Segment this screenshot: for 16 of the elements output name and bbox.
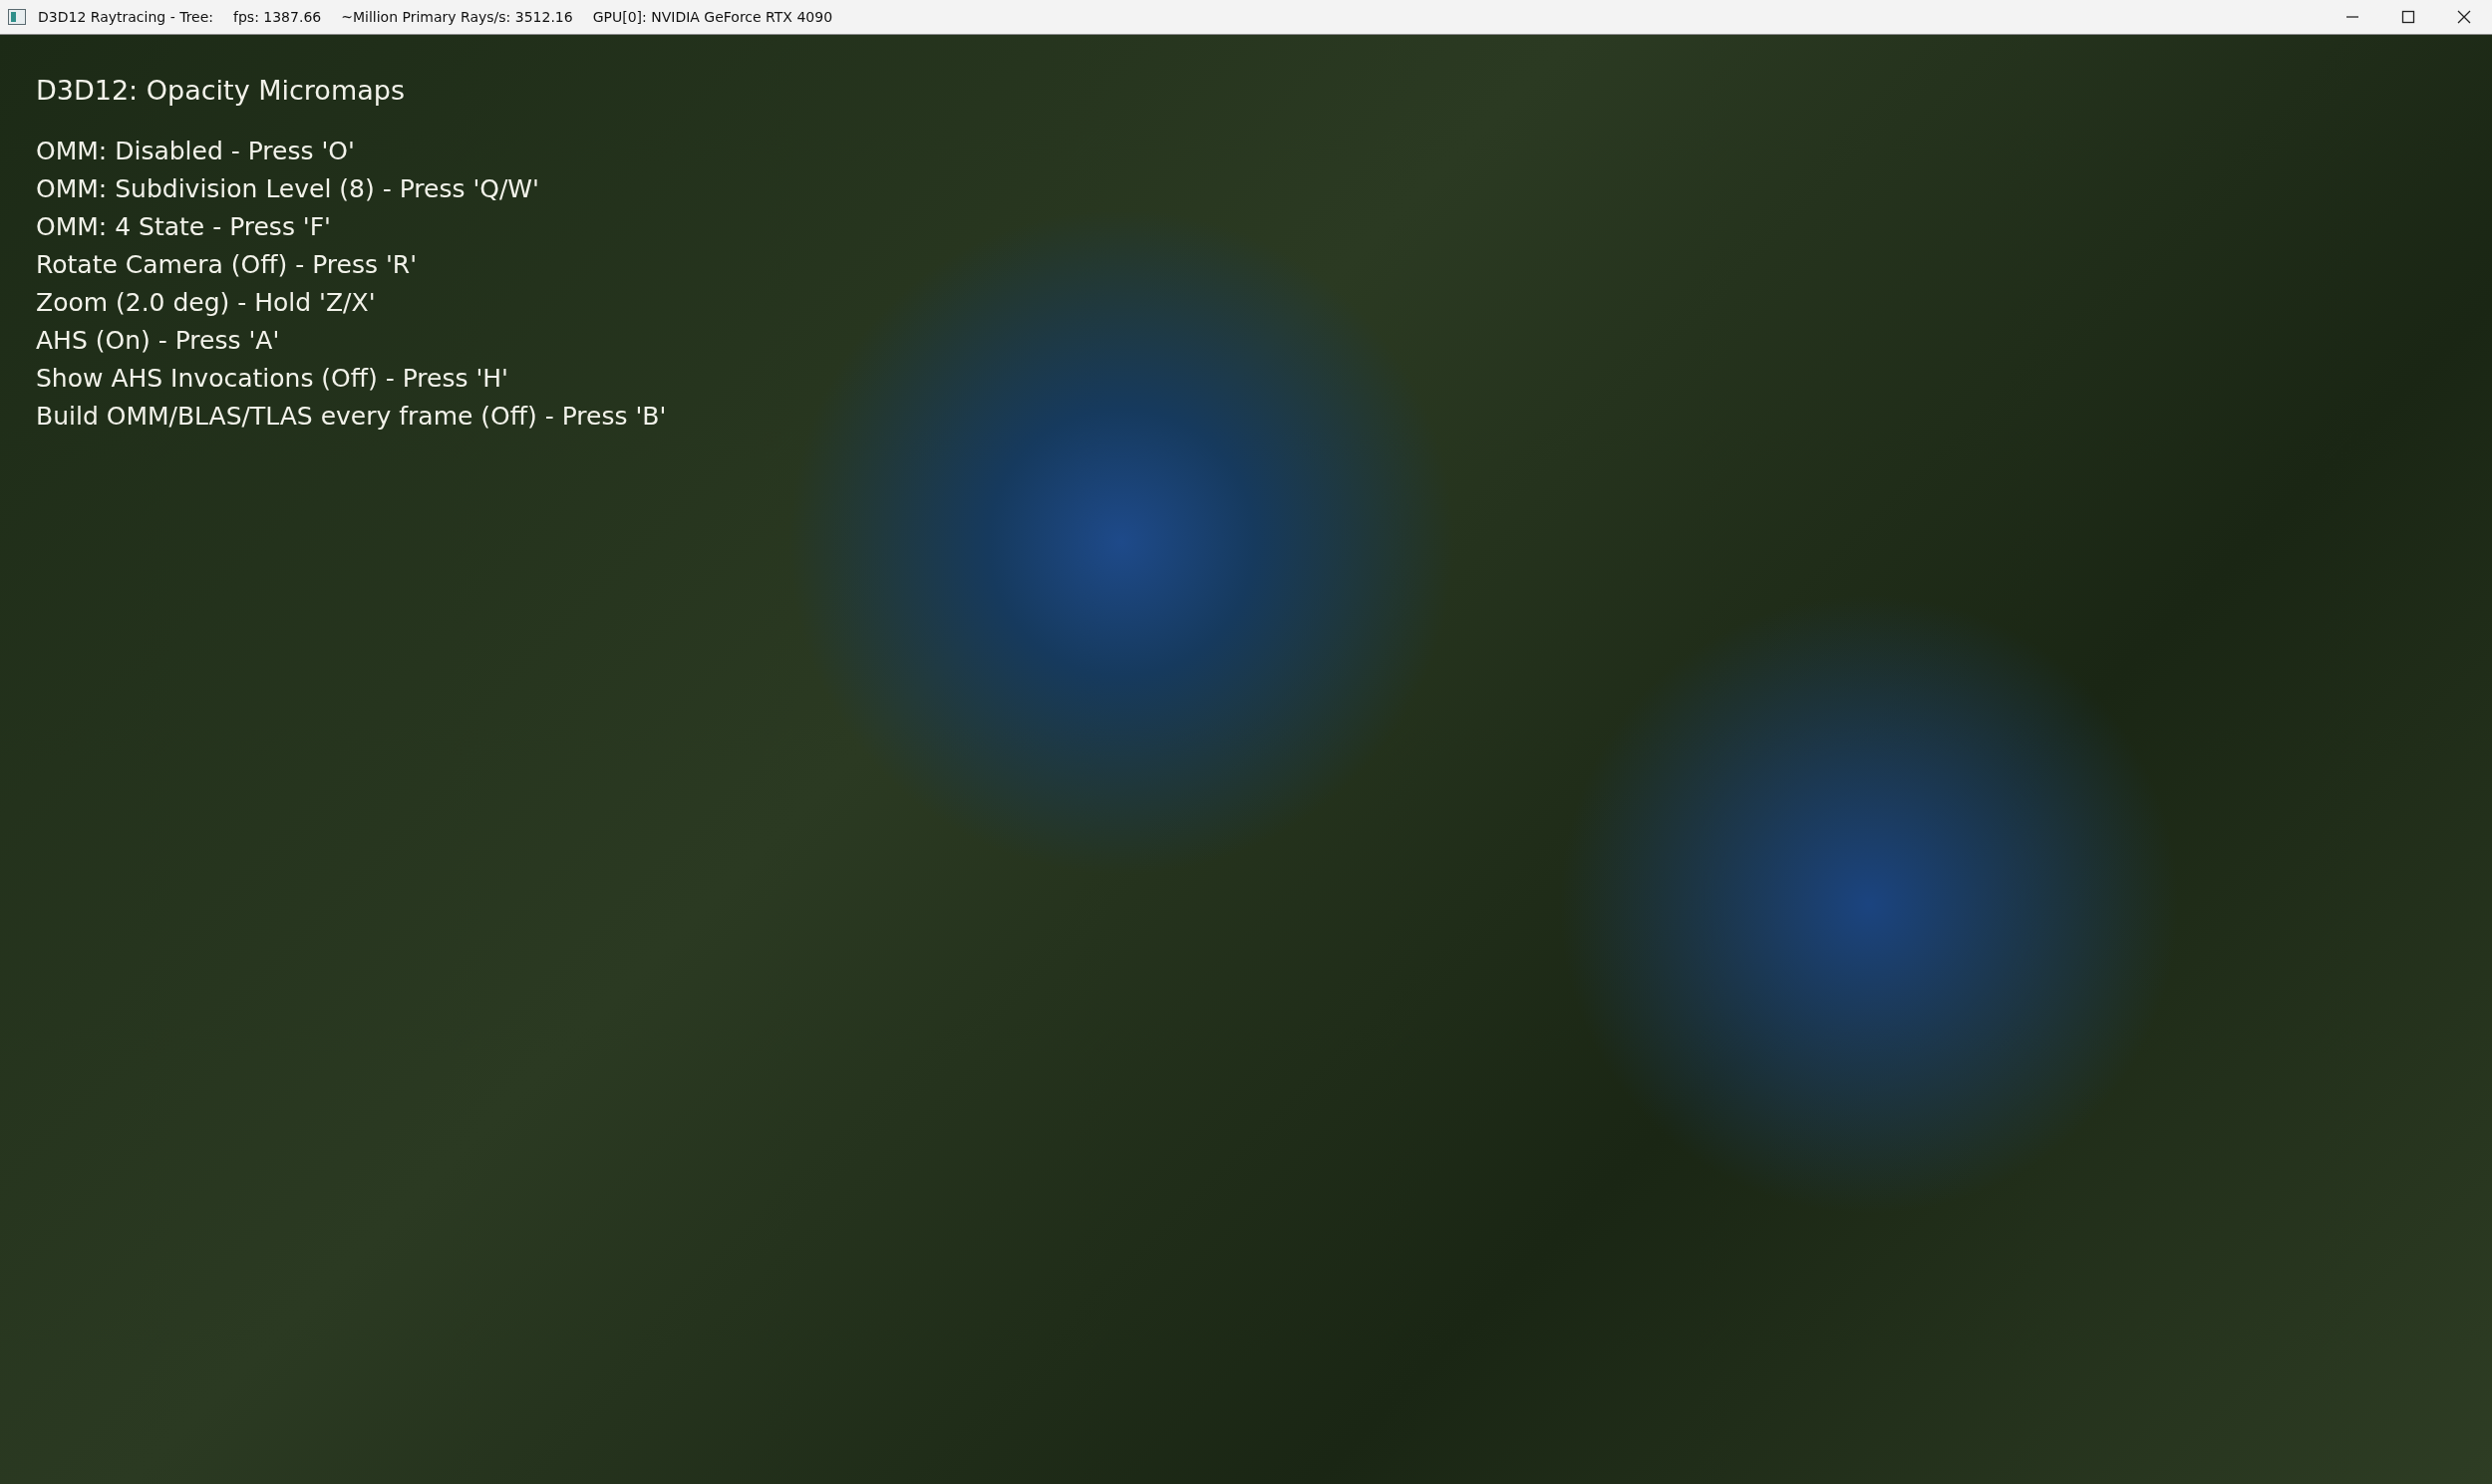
overlay-text: Zoom (2.0 deg) - Hold 'Z/X' [36, 287, 376, 319]
maximize-icon [2401, 10, 2415, 24]
overlay-text: OMM: Disabled - Press 'O' [36, 136, 355, 167]
window-title: GPU[0]: NVIDIA GeForce RTX 4090 [592, 9, 833, 25]
app-icon [8, 9, 26, 25]
overlay-text: AHS (On) - Press 'A' [36, 325, 280, 357]
overlay-text: OMM: 4 State - Press 'F' [36, 211, 331, 243]
overlay-text: Build OMM/BLAS/TLAS every frame (Off) - Press 'B' [36, 401, 667, 433]
overlay-text: OMM: Subdivision Level (8) - Press 'Q/W' [36, 173, 539, 205]
window-title: fps: 1387.66 [233, 9, 322, 25]
overlay-text: Rotate Camera (Off) - Press 'R' [36, 249, 418, 281]
close-icon [2457, 10, 2471, 24]
overlay-heading: D3D12: Opacity Micromaps [36, 75, 405, 106]
window-title: ~Million Primary Rays/s: 3512.16 [341, 9, 573, 25]
overlay-text: Show AHS Invocations (Off) - Press 'H' [36, 363, 508, 395]
window-title: D3D12 Raytracing - Tree: [38, 9, 214, 25]
